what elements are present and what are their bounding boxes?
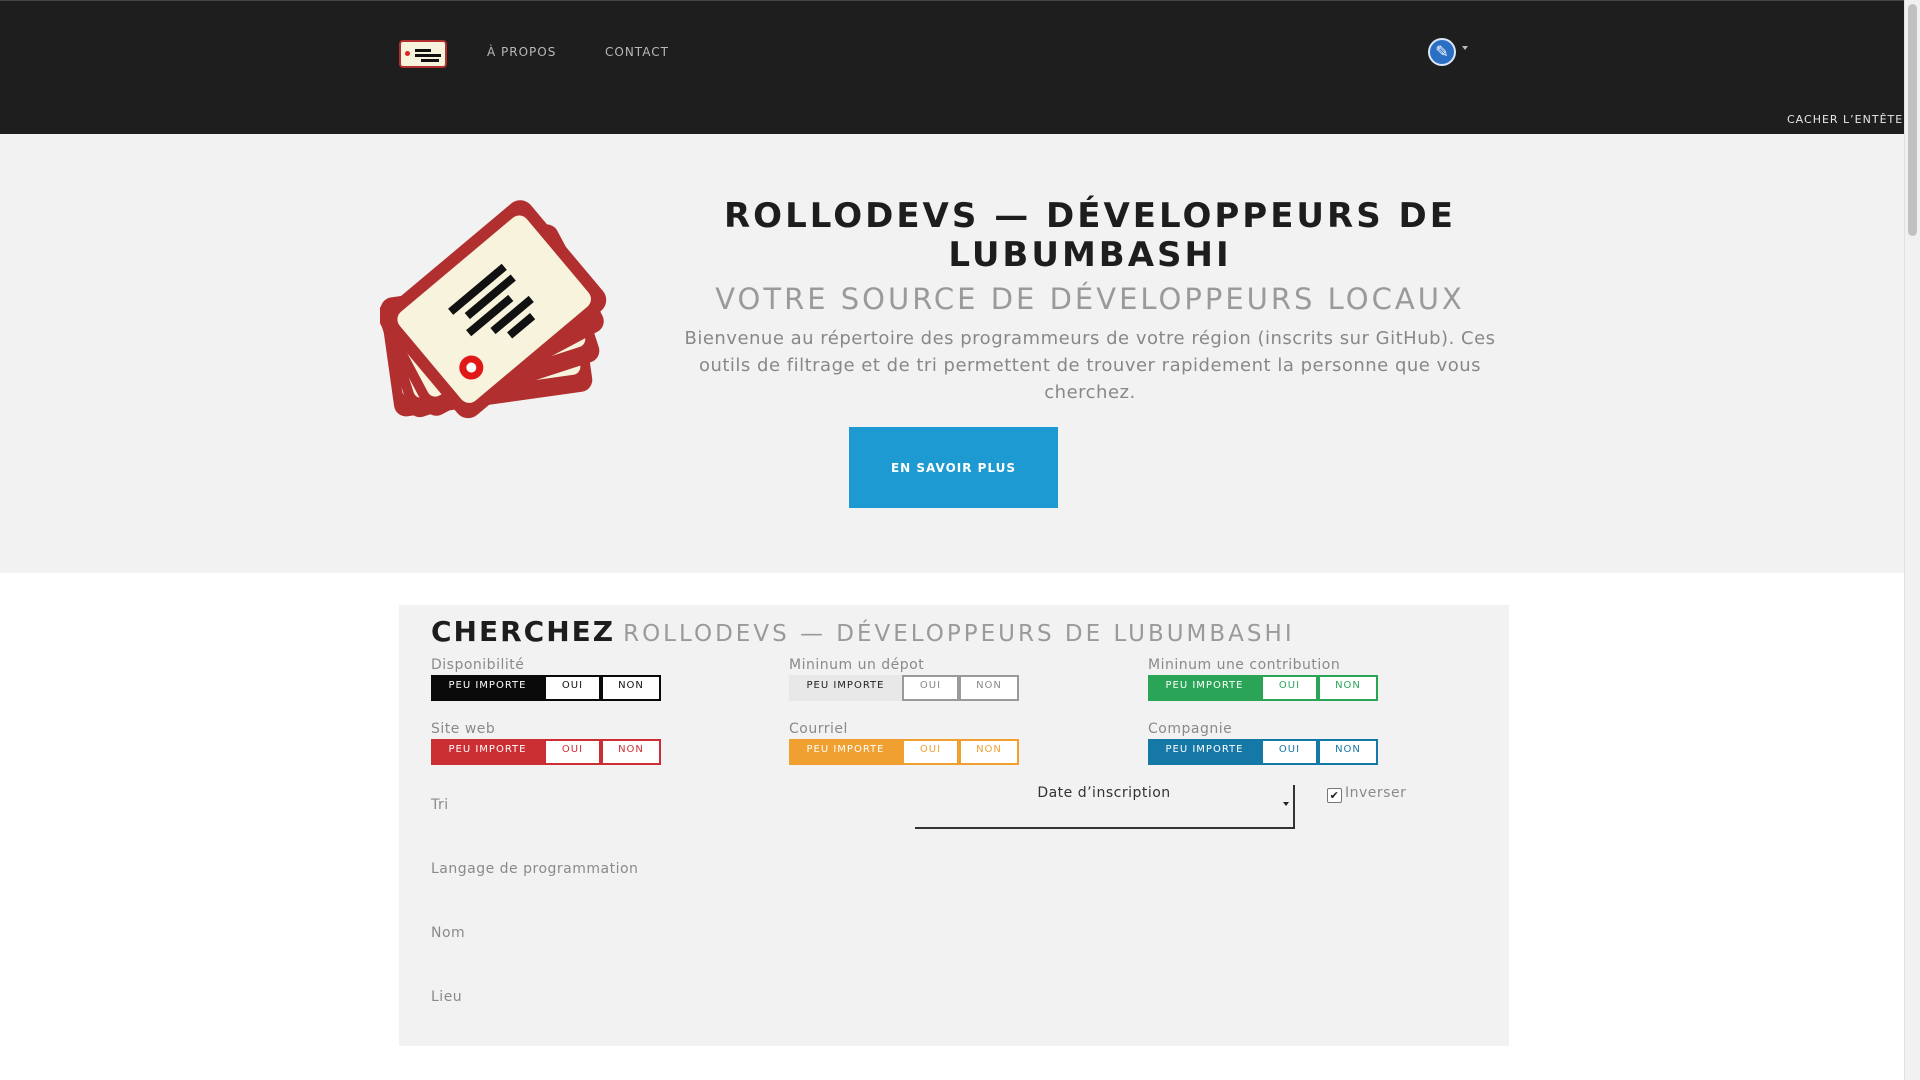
hero-title: ROLLODEVS — DÉVELOPPEURS DE LUBUMBASHI [650,197,1530,275]
name-label: Nom [431,925,466,941]
filter-availability: Disponibilité PEU IMPORTE OUI NON [431,657,661,701]
filter-label: Courriel [789,721,848,737]
filter-label: Site web [431,721,496,737]
caret-down-icon [1283,802,1289,806]
page-scrollbar[interactable] [1904,0,1920,1080]
filter-label: Compagnie [1148,721,1233,737]
option-yes[interactable]: OUI [902,739,959,765]
option-no[interactable]: NON [601,675,661,701]
language-globe-icon[interactable]: ✎ [1428,38,1456,66]
option-no[interactable]: NON [959,675,1019,701]
nav-link-about[interactable]: À PROPOS [487,45,556,59]
filter-company: Compagnie PEU IMPORTE OUI NON [1148,721,1378,765]
option-yes[interactable]: OUI [1261,739,1318,765]
option-no[interactable]: NON [959,739,1019,765]
option-yes[interactable]: OUI [544,675,601,701]
filter-min-contribution: Mininum une contribution PEU IMPORTE OUI… [1148,657,1378,701]
invert-checkbox[interactable]: ✔ Inverser [1327,785,1406,803]
hero-subtitle: VOTRE SOURCE DE DÉVELOPPEURS LOCAUX [715,282,1465,316]
search-title: CHERCHEZ [431,615,616,648]
filter-toggle-group: PEU IMPORTE OUI NON [1148,675,1378,701]
hero-description: Bienvenue au répertoire des programmeurs… [684,328,1496,403]
hero-section: ROLLODEVS — DÉVELOPPEURS DE LUBUMBASHI V… [0,134,1904,573]
filter-website: Site web PEU IMPORTE OUI NON [431,721,661,765]
location-label: Lieu [431,989,463,1005]
filter-label: Mininum un dépot [789,657,925,673]
cards-illustration-icon [380,200,607,419]
hide-header-link[interactable]: CACHER L’ENTÊTE [1787,113,1903,126]
option-yes[interactable]: OUI [544,739,601,765]
filter-label: Disponibilité [431,657,525,673]
sort-select-value: Date d’inscription [1037,785,1171,801]
search-subtitle: ROLLODEVS — DÉVELOPPEURS DE LUBUMBASHI [623,621,1295,647]
sort-select[interactable]: Date d’inscription [915,785,1295,829]
option-no[interactable]: NON [1318,739,1378,765]
filter-toggle-group: PEU IMPORTE OUI NON [431,675,661,701]
option-any[interactable]: PEU IMPORTE [789,675,902,701]
top-navbar: À PROPOS CONTACT ✎ CACHER L’ENTÊTE [0,0,1904,134]
invert-label: Inverser [1345,785,1407,801]
filter-toggle-group: PEU IMPORTE OUI NON [1148,739,1378,765]
learn-more-button[interactable]: EN SAVOIR PLUS [849,427,1058,508]
option-any[interactable]: PEU IMPORTE [1148,739,1261,765]
hero-title-line1: ROLLODEVS — DÉVELOPPEURS DE [724,196,1456,236]
logo-card-icon[interactable] [399,40,447,68]
search-heading: CHERCHEZ ROLLODEVS — DÉVELOPPEURS DE LUBU… [431,615,1295,648]
option-any[interactable]: PEU IMPORTE [1148,675,1261,701]
option-any[interactable]: PEU IMPORTE [789,739,902,765]
filter-toggle-group: PEU IMPORTE OUI NON [789,739,1019,765]
caret-down-icon[interactable] [1462,46,1468,50]
filter-toggle-group: PEU IMPORTE OUI NON [789,675,1019,701]
filter-min-repo: Mininum un dépot PEU IMPORTE OUI NON [789,657,1019,701]
option-yes[interactable]: OUI [902,675,959,701]
sort-label: Tri [431,797,449,813]
option-no[interactable]: NON [601,739,661,765]
search-panel: CHERCHEZ ROLLODEVS — DÉVELOPPEURS DE LUBU… [399,605,1509,1046]
option-yes[interactable]: OUI [1261,675,1318,701]
language-label: Langage de programmation [431,861,639,877]
option-any[interactable]: PEU IMPORTE [431,675,544,701]
option-any[interactable]: PEU IMPORTE [431,739,544,765]
filter-label: Mininum une contribution [1148,657,1341,673]
checkmark-icon[interactable]: ✔ [1327,788,1342,803]
scrollbar-thumb[interactable] [1908,4,1917,236]
nav-link-contact[interactable]: CONTACT [605,45,669,59]
filter-toggle-group: PEU IMPORTE OUI NON [431,739,661,765]
hero-title-line2: LUBUMBASHI [948,235,1232,275]
filter-email: Courriel PEU IMPORTE OUI NON [789,721,1019,765]
option-no[interactable]: NON [1318,675,1378,701]
